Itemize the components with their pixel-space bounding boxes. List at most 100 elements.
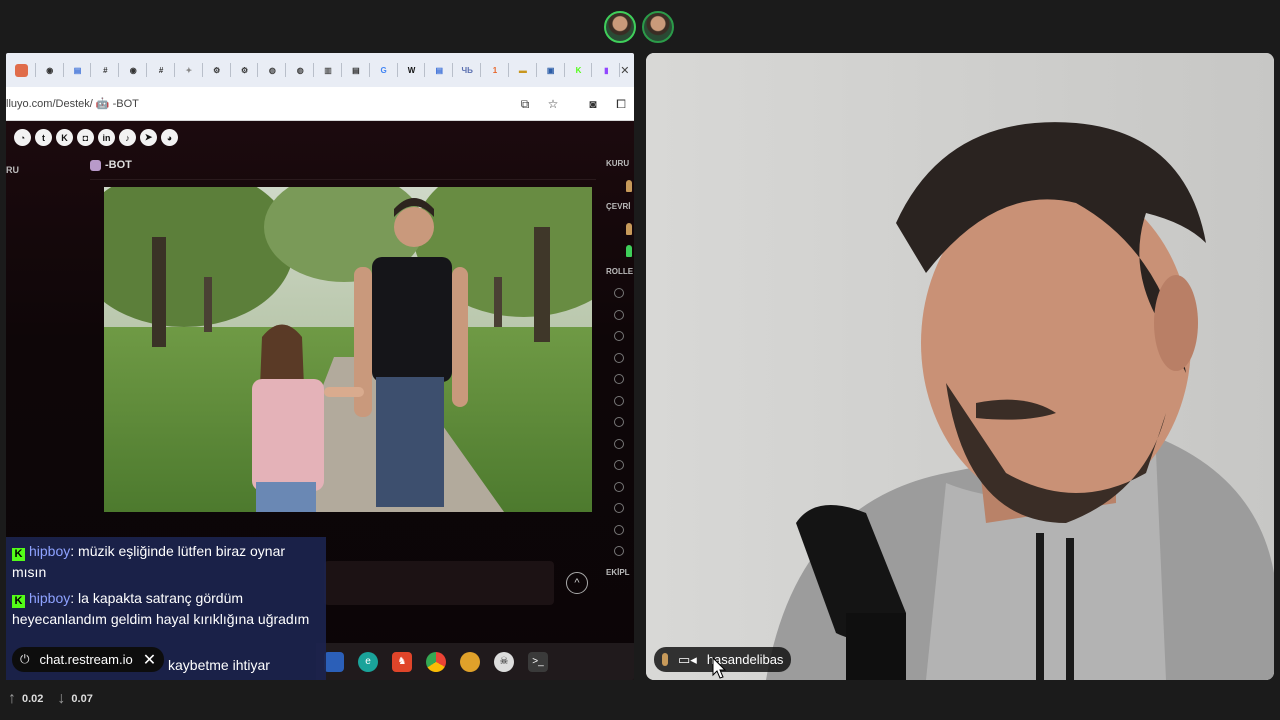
- browser-tab[interactable]: ▣: [537, 53, 565, 87]
- restream-label: chat.restream.io: [39, 652, 133, 667]
- browser-tab[interactable]: ⚙: [203, 53, 231, 87]
- bookmark-star-icon[interactable]: ☆: [546, 97, 560, 111]
- tab-close-icon[interactable]: ✕: [620, 64, 634, 77]
- chat-message: Khipboy: müzik eşliğinde lütfen biraz oy…: [12, 543, 286, 580]
- video-camera-icon: ▭◂: [678, 651, 697, 667]
- tab-favicon-icon: ⚙: [240, 65, 249, 75]
- role-icon: [614, 524, 624, 535]
- browser-tab[interactable]: W: [398, 53, 426, 87]
- webcam-tile[interactable]: [646, 53, 1274, 680]
- tab-favicon-icon: ✦: [185, 65, 193, 75]
- browser-tab[interactable]: 1: [481, 53, 509, 87]
- telegram-icon[interactable]: ➤: [140, 129, 157, 146]
- taskbar-app-icon[interactable]: [324, 651, 344, 672]
- download-rate: 0.07: [71, 693, 93, 705]
- browser-address-bar[interactable]: lluyo.com/Destek/ 🤖 -BOT ⧉ ☆ ◙ ⧠: [6, 87, 634, 121]
- tab-favicon-icon: ▤: [73, 65, 82, 75]
- generated-image: [104, 187, 592, 512]
- install-app-icon[interactable]: ⧉: [518, 97, 532, 111]
- browser-tab[interactable]: ▤: [342, 53, 370, 87]
- role-icon: [614, 438, 624, 449]
- role-icon: [614, 460, 624, 470]
- twitter-icon[interactable]: ◔: [14, 129, 31, 146]
- tab-favicon-icon: ▤: [352, 65, 360, 75]
- browser-tab[interactable]: ▬: [509, 53, 537, 87]
- twitter-icon[interactable]: t: [35, 129, 52, 146]
- bot-icon: [90, 159, 101, 171]
- chrome-icon[interactable]: [426, 651, 446, 672]
- role-icon: [614, 309, 624, 320]
- browser-tab[interactable]: ✦: [175, 53, 203, 87]
- tab-favicon-icon: G: [380, 65, 387, 75]
- browser-tab[interactable]: ◍: [258, 53, 287, 87]
- tab-favicon-icon: ◉: [46, 65, 54, 75]
- instagram-icon[interactable]: ◘: [77, 129, 94, 146]
- brave-icon[interactable]: ♞: [392, 651, 412, 672]
- os-taskbar: e ♞ ☠ >_: [316, 643, 634, 680]
- terminal-icon[interactable]: >_: [528, 651, 548, 672]
- tab-favicon-icon: #: [103, 65, 108, 75]
- edge-icon[interactable]: e: [358, 651, 378, 672]
- tiktok-icon[interactable]: ♪: [119, 129, 136, 146]
- kick-icon[interactable]: K: [56, 129, 73, 146]
- browser-tab[interactable]: ◉: [36, 53, 64, 87]
- github-icon[interactable]: ◕: [161, 129, 178, 146]
- participant-avatar[interactable]: [642, 11, 674, 43]
- chat-message: Khipboy: la kapakta satranç gördüm heyec…: [12, 590, 310, 627]
- chat-partial-message: kaybetme ihtiyar: [168, 657, 270, 673]
- browser-tab[interactable]: ▤: [64, 53, 92, 87]
- role-icon: [614, 374, 624, 384]
- upload-arrow-icon: ↑: [8, 690, 16, 707]
- participant-list: [604, 11, 674, 43]
- browser-tab[interactable]: ◍: [286, 53, 314, 87]
- kick-icon: K: [12, 595, 25, 608]
- tab-favicon-icon: ◍: [268, 65, 276, 75]
- browser-tab-bar: ◉ ▤ # ◉ # ✦ ⚙ ⚙ ◍ ◍ ▥ ▤ G W ▤ ЧЬ 1 ▬ ▣ K ▮ ✕: [6, 53, 634, 87]
- extensions-icon[interactable]: ⧠: [614, 97, 628, 111]
- browser-tab[interactable]: ⚙: [231, 53, 259, 87]
- restream-icon: ⏻: [20, 652, 30, 666]
- roller-label: ROLLE: [606, 267, 634, 276]
- address-url[interactable]: lluyo.com/Destek/ 🤖 -BOT: [6, 97, 504, 110]
- browser-tab[interactable]: ▥: [314, 53, 342, 87]
- message-input[interactable]: [324, 561, 554, 605]
- role-icon: [614, 503, 624, 513]
- browser-tab[interactable]: #: [147, 53, 175, 87]
- browser-tab[interactable]: #: [91, 53, 120, 87]
- browser-tab[interactable]: K: [565, 53, 593, 87]
- download-arrow-icon: ↓: [57, 690, 66, 707]
- tab-favicon-icon: ▥: [324, 65, 332, 75]
- role-icon: [614, 352, 624, 363]
- tab-favicon-icon: ▮: [604, 65, 609, 75]
- app-icon[interactable]: [460, 651, 480, 672]
- left-column-label: RU: [6, 165, 19, 175]
- tab-favicon-icon: [15, 63, 29, 77]
- cevrimici-label: ÇEVRİ: [606, 202, 631, 211]
- user-figure-icon: [626, 245, 632, 257]
- browser-tab[interactable]: ▮: [592, 53, 621, 87]
- meeting-root: ◉ ▤ # ◉ # ✦ ⚙ ⚙ ◍ ◍ ▥ ▤ G W ▤ ЧЬ 1 ▬ ▣ K ▮ ✕ lluyo.com/Destek…: [0, 0, 1280, 720]
- upload-rate: 0.02: [22, 693, 44, 705]
- camera-icon[interactable]: ◙: [586, 97, 600, 111]
- linkedin-icon[interactable]: in: [98, 129, 115, 146]
- tab-favicon-icon: ▣: [546, 65, 555, 75]
- chat-username: hipboy: [29, 543, 71, 559]
- skull-app-icon[interactable]: ☠: [494, 651, 514, 672]
- right-sidebar: KURU ÇEVRİ ROLLE EKİPL: [606, 159, 634, 589]
- send-button[interactable]: ^: [566, 572, 588, 594]
- browser-tab[interactable]: ▤: [425, 53, 454, 87]
- tab-favicon-icon: ⚙: [213, 65, 221, 75]
- restream-source-pill[interactable]: ⏻ chat.restream.io ✕: [12, 647, 165, 672]
- browser-tab[interactable]: G: [370, 53, 398, 87]
- browser-tab[interactable]: ЧЬ: [453, 53, 481, 87]
- tab-favicon-icon: ◍: [296, 65, 304, 75]
- role-icon: [614, 417, 624, 427]
- participant-avatar[interactable]: [604, 11, 636, 43]
- tab-favicon-icon: ◉: [129, 65, 137, 75]
- divider: [90, 179, 596, 180]
- tab-favicon-icon: ▬: [518, 65, 527, 75]
- close-icon[interactable]: ✕: [143, 650, 156, 670]
- ekip-label: EKİPL: [606, 567, 630, 577]
- browser-tab[interactable]: [8, 53, 36, 87]
- browser-tab[interactable]: ◉: [119, 53, 147, 87]
